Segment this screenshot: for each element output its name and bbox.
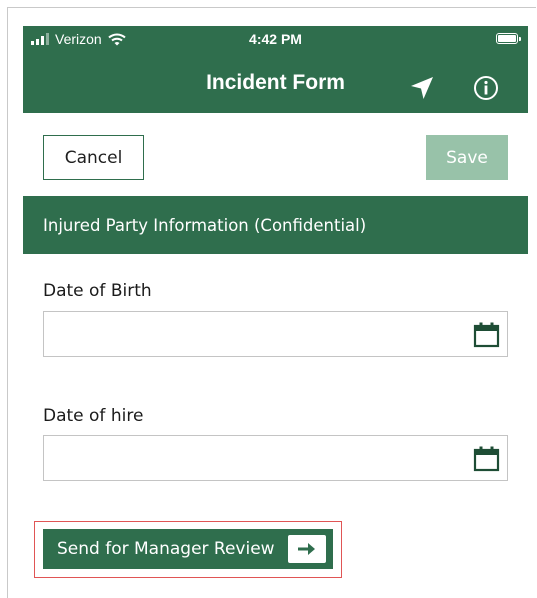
calendar-icon[interactable]	[473, 445, 500, 472]
info-icon[interactable]	[473, 75, 499, 101]
date-of-birth-label: Date of Birth	[43, 281, 152, 301]
date-of-birth-input[interactable]	[43, 311, 508, 357]
battery-icon	[496, 33, 521, 44]
send-for-manager-review-button[interactable]: Send for Manager Review	[43, 529, 333, 569]
review-button-label: Send for Manager Review	[57, 539, 275, 559]
app-header: Verizon 4:42 PM Incident Form	[23, 26, 528, 113]
section-header: Injured Party Information (Confidential)	[23, 196, 528, 254]
date-of-hire-input[interactable]	[43, 435, 508, 481]
app-frame: Verizon 4:42 PM Incident Form Cancel Sav…	[7, 7, 536, 598]
status-time: 4:42 PM	[249, 31, 302, 47]
location-arrow-icon[interactable]	[409, 75, 435, 101]
arrow-right-icon	[298, 543, 315, 555]
calendar-icon[interactable]	[473, 321, 500, 348]
arrow-right-icon-box	[288, 535, 326, 563]
status-bar: Verizon 4:42 PM	[23, 26, 528, 52]
save-button[interactable]: Save	[426, 135, 508, 180]
cancel-button[interactable]: Cancel	[43, 135, 144, 180]
page-title: Incident Form	[206, 71, 345, 94]
incident-form-screen: Verizon 4:42 PM Incident Form Cancel Sav…	[23, 26, 528, 598]
date-of-hire-label: Date of hire	[43, 406, 144, 426]
section-title: Injured Party Information (Confidential)	[43, 215, 367, 235]
